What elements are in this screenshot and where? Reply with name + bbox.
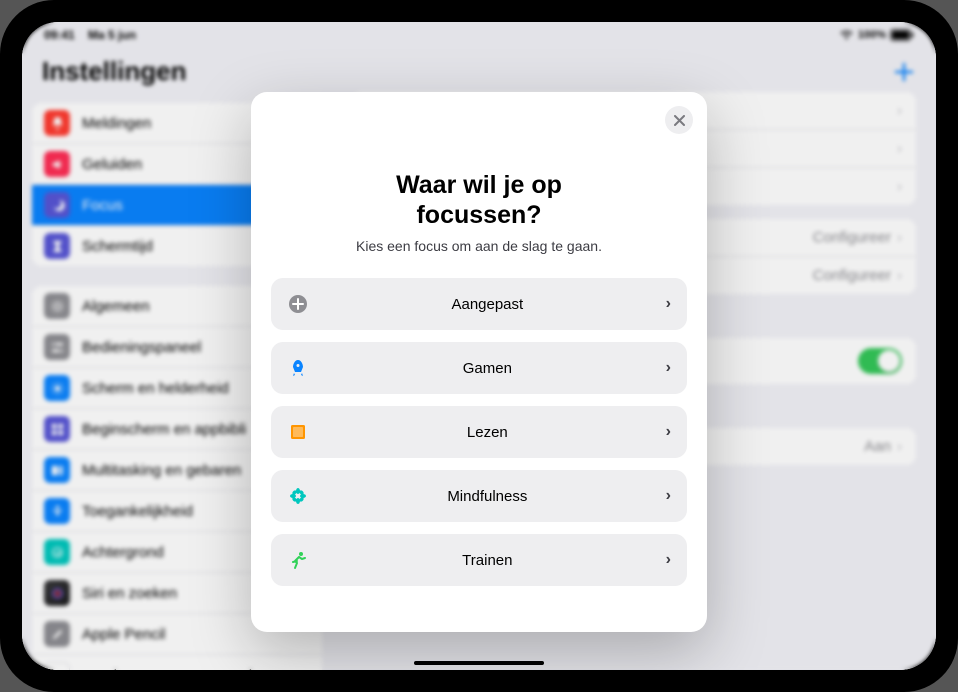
focus-option-lezen[interactable]: Lezen › <box>271 406 687 458</box>
book-icon <box>287 421 309 443</box>
focus-option-gamen[interactable]: Gamen › <box>271 342 687 394</box>
chevron-right-icon: › <box>666 487 671 505</box>
chevron-right-icon: › <box>666 423 671 441</box>
focus-option-label: Aangepast <box>321 296 654 313</box>
focus-option-mindfulness[interactable]: Mindfulness › <box>271 470 687 522</box>
plus-circle-icon <box>287 293 309 315</box>
chevron-right-icon: › <box>666 295 671 313</box>
focus-picker-modal: Waar wil je op focussen? Kies een focus … <box>251 92 707 632</box>
focus-option-trainen[interactable]: Trainen › <box>271 534 687 586</box>
focus-option-list: Aangepast › Gamen › Lezen › <box>269 278 689 586</box>
rocket-icon <box>287 357 309 379</box>
screen: 09:41 Ma 5 jun 100% Instellingen <box>22 22 936 670</box>
ipad-frame: 09:41 Ma 5 jun 100% Instellingen <box>0 0 958 692</box>
modal-subtitle: Kies een focus om aan de slag te gaan. <box>289 238 669 254</box>
modal-header: Waar wil je op focussen? Kies een focus … <box>269 108 689 278</box>
flower-icon <box>287 485 309 507</box>
chevron-right-icon: › <box>666 551 671 569</box>
close-icon <box>674 115 685 126</box>
home-indicator[interactable] <box>414 661 544 665</box>
chevron-right-icon: › <box>666 359 671 377</box>
runner-icon <box>287 549 309 571</box>
focus-option-label: Gamen <box>321 360 654 377</box>
focus-option-label: Lezen <box>321 424 654 441</box>
focus-option-aangepast[interactable]: Aangepast › <box>271 278 687 330</box>
modal-title-line1: Waar wil je op <box>396 171 562 199</box>
modal-title-line2: focussen? <box>416 201 541 229</box>
focus-option-label: Trainen <box>321 552 654 569</box>
modal-title: Waar wil je op focussen? <box>289 170 669 230</box>
close-button[interactable] <box>665 106 693 134</box>
focus-option-label: Mindfulness <box>321 488 654 505</box>
